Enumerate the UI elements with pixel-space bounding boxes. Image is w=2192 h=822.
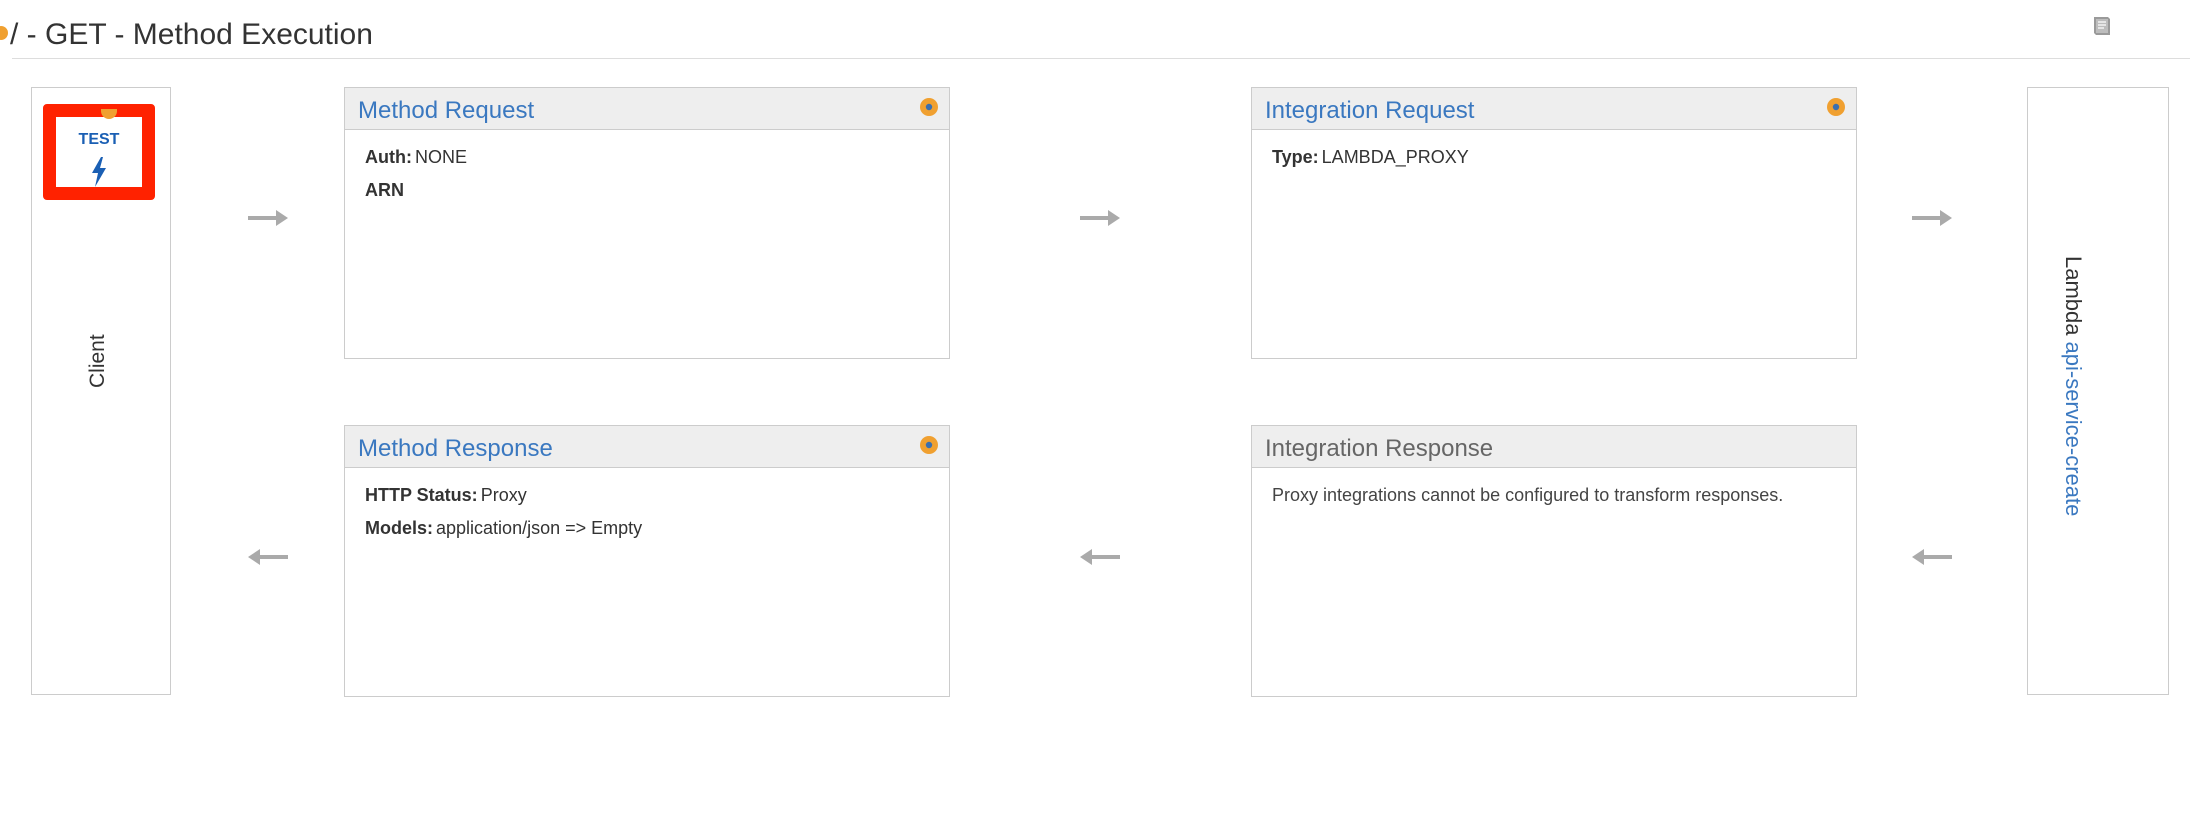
settings-dot-icon[interactable] bbox=[919, 435, 939, 455]
lambda-prefix: Lambda bbox=[2061, 256, 2086, 336]
lambda-label: Lambda api-service-create bbox=[2060, 256, 2086, 516]
http-status-value: Proxy bbox=[480, 485, 527, 505]
arrow-right-icon bbox=[1080, 210, 1120, 226]
integration-response-panel: Integration Response Proxy integrations … bbox=[1251, 425, 1857, 697]
auth-row: Auth: NONE bbox=[365, 147, 949, 168]
integration-response-body: Proxy integrations cannot be configured … bbox=[1252, 468, 1856, 506]
settings-dot-icon[interactable] bbox=[919, 97, 939, 117]
integration-request-header: Integration Request bbox=[1252, 88, 1856, 130]
lambda-function-link[interactable]: api-service-create bbox=[2061, 342, 2086, 517]
integration-request-body: Type: LAMBDA_PROXY bbox=[1252, 130, 1856, 168]
method-response-panel: Method Response HTTP Status: Proxy Models… bbox=[344, 425, 950, 697]
type-row: Type: LAMBDA_PROXY bbox=[1272, 147, 1856, 168]
type-key: Type: bbox=[1272, 147, 1319, 167]
lightning-bolt-icon bbox=[92, 157, 106, 187]
title-divider bbox=[12, 58, 2190, 59]
book-icon[interactable] bbox=[2088, 12, 2116, 40]
integration-request-link[interactable]: Integration Request bbox=[1265, 97, 1474, 125]
page-title: / - GET - Method Execution bbox=[10, 18, 373, 51]
arrow-left-icon bbox=[248, 549, 288, 565]
method-request-header: Method Request bbox=[345, 88, 949, 130]
method-response-header: Method Response bbox=[345, 426, 949, 468]
method-status-dot bbox=[0, 26, 8, 40]
integration-response-header: Integration Response bbox=[1252, 426, 1856, 468]
test-indicator-dot bbox=[101, 109, 117, 119]
method-request-link[interactable]: Method Request bbox=[358, 97, 534, 125]
client-column: TEST Client bbox=[31, 87, 171, 695]
http-status-row: HTTP Status: Proxy bbox=[365, 485, 949, 506]
method-request-body: Auth: NONE ARN bbox=[345, 130, 949, 201]
title-bar: / - GET - Method Execution bbox=[0, 0, 2192, 60]
client-label: Client bbox=[86, 334, 109, 388]
arrow-left-icon bbox=[1080, 549, 1120, 565]
integration-request-panel: Integration Request Type: LAMBDA_PROXY bbox=[1251, 87, 1857, 359]
models-value: application/json => Empty bbox=[436, 518, 643, 538]
settings-dot-icon[interactable] bbox=[1826, 97, 1846, 117]
arrow-left-icon bbox=[1912, 549, 1952, 565]
test-label: TEST bbox=[78, 131, 120, 148]
auth-value: NONE bbox=[414, 147, 467, 167]
test-button[interactable]: TEST bbox=[43, 104, 155, 200]
arn-row: ARN bbox=[365, 180, 949, 201]
lambda-column: Lambda api-service-create bbox=[2027, 87, 2169, 695]
integration-response-title: Integration Response bbox=[1265, 435, 1494, 462]
auth-key: Auth: bbox=[365, 147, 412, 167]
models-row: Models: application/json => Empty bbox=[365, 518, 949, 539]
http-status-key: HTTP Status: bbox=[365, 485, 478, 505]
type-value: LAMBDA_PROXY bbox=[1321, 147, 1469, 167]
method-response-body: HTTP Status: Proxy Models: application/jso… bbox=[345, 468, 949, 539]
proxy-note: Proxy integrations cannot be configured … bbox=[1272, 485, 1784, 505]
arrow-right-icon bbox=[248, 210, 288, 226]
arrow-right-icon bbox=[1912, 210, 1952, 226]
method-request-panel: Method Request Auth: NONE ARN bbox=[344, 87, 950, 359]
models-key: Models: bbox=[365, 518, 434, 538]
arn-key: ARN bbox=[365, 180, 404, 200]
method-response-link[interactable]: Method Response bbox=[358, 435, 553, 463]
method-execution-page: / - GET - Method Execution TEST Client M… bbox=[0, 0, 2192, 822]
